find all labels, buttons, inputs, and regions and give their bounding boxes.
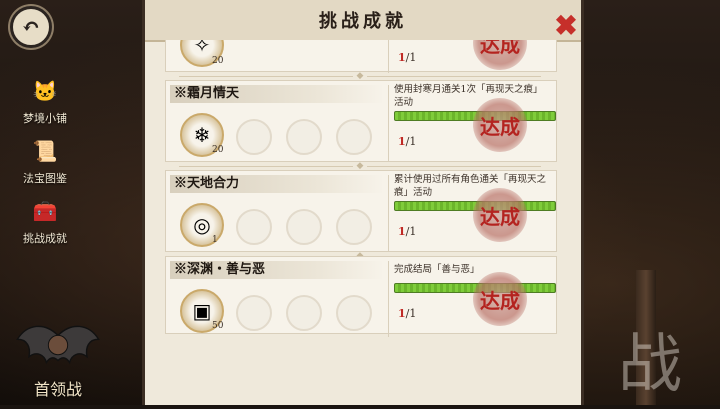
empty-reward-slot: [236, 209, 272, 245]
panel-title: 挑战成就: [319, 11, 407, 32]
achievement-name: ※天地合力: [170, 175, 384, 193]
achievement-card: ✧ 20 1/1 达成: [165, 40, 557, 73]
achievement-chest-icon: 🧰: [32, 199, 58, 223]
back-arrow-icon: ↶: [21, 14, 41, 40]
card-divider: [388, 85, 389, 161]
sidebar-item-achievements[interactable]: 🧰 挑战成就: [14, 194, 76, 246]
cat-shop-icon: 🐱: [32, 79, 58, 103]
complete-stamp: 达成: [470, 271, 530, 327]
complete-stamp: 达成: [470, 187, 530, 243]
progress-text: 1/1: [398, 135, 417, 148]
empty-reward-slot: [336, 295, 372, 331]
bat-wings-icon: [16, 325, 100, 365]
back-button[interactable]: ↶: [10, 6, 52, 48]
reward-count: 20: [212, 145, 224, 155]
card-divider: [388, 40, 389, 73]
battle-button[interactable]: 战: [600, 309, 700, 409]
empty-reward-slot: [286, 295, 322, 331]
panel-header: 挑战成就 ✖: [145, 0, 581, 42]
achievement-name: ※深渊・善与恶: [170, 261, 384, 279]
sidebar-item-label: 挑战成就: [23, 232, 67, 245]
close-button[interactable]: ✖: [549, 8, 583, 42]
close-icon: ✖: [554, 8, 578, 42]
reward-count: 20: [212, 56, 224, 66]
sidebar-item-dream-shop[interactable]: 🐱 梦境小铺: [14, 74, 76, 126]
empty-reward-slot: [336, 209, 372, 245]
boss-battle-button[interactable]: 首领战: [12, 318, 104, 400]
progress-text: 1/1: [398, 51, 417, 64]
card-separator: ◆: [175, 71, 545, 81]
empty-reward-slot: [286, 119, 322, 155]
progress-text: 1/1: [398, 225, 417, 238]
empty-reward-slot: [236, 119, 272, 155]
empty-reward-slot: [286, 209, 322, 245]
boss-battle-label: 首领战: [33, 380, 82, 399]
sidebar-item-label: 梦境小铺: [23, 112, 67, 125]
empty-reward-slot: [336, 119, 372, 155]
treasure-book-icon: 📜: [32, 139, 58, 163]
achievement-panel: 挑战成就 ✖ ✧ 20 1/1 达成 ◆ ※霜月情天 ❄ 20 使用封寒月通关1…: [142, 0, 584, 405]
empty-reward-slot: [236, 295, 272, 331]
progress-text: 1/1: [398, 307, 417, 320]
card-separator: ◆: [175, 161, 545, 171]
card-divider: [388, 175, 389, 251]
achievement-name: ※霜月情天: [170, 85, 384, 103]
card-divider: [388, 261, 389, 337]
reward-count: 1: [212, 235, 218, 245]
sidebar-item-treasure-book[interactable]: 📜 法宝图鉴: [14, 134, 76, 186]
complete-stamp: 达成: [470, 40, 530, 71]
sidebar-item-label: 法宝图鉴: [23, 172, 67, 185]
achievement-card: ※霜月情天 ❄ 20 使用封寒月通关1次「再现天之痕」活动 1/1 达成: [165, 80, 557, 162]
battle-glyph: 战: [618, 328, 682, 402]
achievement-list[interactable]: ✧ 20 1/1 达成 ◆ ※霜月情天 ❄ 20 使用封寒月通关1次「再现天之痕…: [145, 40, 581, 405]
reward-count: 50: [212, 321, 224, 331]
achievement-card: ※天地合力 ◎ 1 累计使用过所有角色通关「再现天之痕」活动 1/1 达成: [165, 170, 557, 252]
achievement-card: ※深渊・善与恶 ▣ 50 完成结局「善与恶」 1/1 达成: [165, 256, 557, 337]
complete-stamp: 达成: [470, 97, 530, 153]
